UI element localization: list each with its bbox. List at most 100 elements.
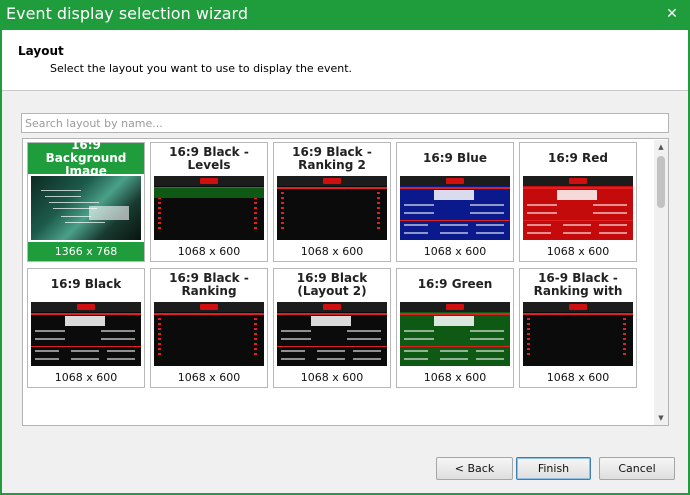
thumbnail-list-dot — [527, 348, 530, 350]
thumbnail-list-dot — [377, 197, 380, 199]
layout-tile[interactable]: 16:9 Black 1068 x 600 — [27, 268, 145, 388]
thumbnail-list-dot — [281, 202, 284, 204]
thumbnail-list-dot — [527, 338, 530, 340]
thumbnail-list-dot — [158, 217, 161, 219]
thumbnail-list-dot — [281, 207, 284, 209]
thumbnail-red-rule — [31, 346, 141, 347]
layout-thumbnail — [400, 302, 510, 366]
thumbnail-text-line — [470, 212, 504, 214]
thumbnail-logo — [446, 304, 464, 310]
thumbnail-list-dot — [158, 338, 161, 340]
thumbnail-list-dot — [527, 333, 530, 335]
page-title: Layout — [18, 44, 64, 58]
thumbnail-text-line — [65, 222, 105, 223]
thumbnail-text-line — [404, 338, 434, 340]
cancel-button[interactable]: Cancel — [599, 457, 675, 480]
thumbnail-list-dot — [623, 353, 626, 355]
thumbnail-text-line — [563, 224, 591, 226]
layout-resolution: 1068 x 600 — [546, 371, 610, 384]
close-icon[interactable]: ✕ — [661, 4, 683, 24]
layout-tile[interactable]: 16-9 Black - Ranking with 1068 x 600 — [519, 268, 637, 388]
thumbnail-text-line — [281, 330, 311, 332]
thumbnail-list-dot — [158, 333, 161, 335]
back-button[interactable]: < Back — [436, 457, 513, 480]
thumbnail-clock-block — [557, 190, 597, 200]
layout-tile[interactable]: 16:9 Black (Layout 2) 1068 x 600 — [273, 268, 391, 388]
thumbnail-list-dot — [377, 222, 380, 224]
thumbnail-green-band — [154, 188, 264, 198]
thumbnail-text-line — [281, 338, 311, 340]
thumbnail-list-dot — [623, 323, 626, 325]
thumbnail-list-dot — [377, 202, 380, 204]
thumbnail-list-dot — [254, 202, 257, 204]
thumbnail-text-line — [593, 212, 627, 214]
thumbnail-list-dot — [527, 353, 530, 355]
thumbnail-text-line — [281, 358, 305, 360]
thumbnail-list-dot — [527, 343, 530, 345]
thumbnail-red-rule — [400, 220, 510, 221]
layout-name: 16:9 Black - Ranking — [169, 270, 249, 298]
scroll-thumb[interactable] — [657, 156, 665, 208]
layout-name: 16:9 Blue — [423, 151, 487, 165]
thumbnail-list-dot — [377, 217, 380, 219]
thumbnail-red-rule — [400, 313, 510, 315]
layout-tile[interactable]: 16:9 Black - Levels 1068 x 600 — [150, 142, 268, 262]
thumbnail-text-line — [527, 232, 551, 234]
thumbnail-text-line — [317, 358, 345, 360]
thumbnail-list-dot — [281, 192, 284, 194]
thumbnail-logo — [323, 304, 341, 310]
thumbnail-highlight — [89, 206, 129, 220]
layout-tile[interactable]: 16:9 Green 1068 x 600 — [396, 268, 514, 388]
layout-tile[interactable]: 16:9 Black - Ranking 1068 x 600 — [150, 268, 268, 388]
thumbnail-list-dot — [158, 318, 161, 320]
window-title: Event display selection wizard — [6, 4, 249, 23]
finish-button[interactable]: Finish — [516, 457, 591, 480]
thumbnail-list-dot — [254, 318, 257, 320]
thumbnail-logo — [323, 178, 341, 184]
scroll-up-icon[interactable]: ▲ — [654, 142, 668, 152]
thumbnail-list-dot — [158, 227, 161, 229]
thumbnail-red-rule — [277, 346, 387, 347]
thumbnail-text-line — [527, 224, 551, 226]
layout-resolution: 1366 x 768 — [28, 242, 144, 261]
thumbnail-list-dot — [623, 338, 626, 340]
layout-thumbnail — [154, 176, 264, 240]
layout-tile[interactable]: 16:9 Red 1068 x 600 — [519, 142, 637, 262]
layout-resolution: 1068 x 600 — [300, 245, 364, 258]
thumbnail-text-line — [71, 358, 99, 360]
vertical-scrollbar[interactable]: ▲ ▼ — [654, 140, 668, 425]
layout-resolution: 1068 x 600 — [423, 245, 487, 258]
thumbnail-clock-block — [65, 316, 105, 326]
thumbnail-red-rule — [277, 187, 387, 189]
thumbnail-text-line — [107, 350, 135, 352]
layout-tile[interactable]: 16:9 Background Image 1366 x 768 — [27, 139, 145, 262]
layout-tile[interactable]: 16:9 Black - Ranking 2 1068 x 600 — [273, 142, 391, 262]
thumbnail-list-dot — [254, 217, 257, 219]
search-input[interactable] — [21, 113, 669, 133]
thumbnail-text-line — [347, 330, 381, 332]
scroll-down-icon[interactable]: ▼ — [654, 413, 668, 423]
thumbnail-logo — [569, 304, 587, 310]
layout-thumbnail — [277, 176, 387, 240]
layout-thumbnail — [523, 176, 633, 240]
thumbnail-text-line — [107, 358, 135, 360]
thumbnail-list-dot — [158, 323, 161, 325]
layout-tile[interactable]: 16:9 Blue 1068 x 600 — [396, 142, 514, 262]
layout-name: 16:9 Black (Layout 2) — [296, 270, 368, 298]
thumbnail-text-line — [71, 350, 99, 352]
thumbnail-list-dot — [158, 212, 161, 214]
layout-thumbnail — [31, 302, 141, 366]
wizard-header: Layout Select the layout you want to use… — [2, 30, 688, 91]
thumbnail-list-dot — [623, 343, 626, 345]
layout-name: 16:9 Background Image — [28, 139, 144, 178]
layout-resolution: 1068 x 600 — [177, 371, 241, 384]
thumbnail-list-dot — [281, 197, 284, 199]
layout-resolution: 1068 x 600 — [546, 245, 610, 258]
thumbnail-list-dot — [158, 222, 161, 224]
thumbnail-list-dot — [623, 318, 626, 320]
thumbnail-list-dot — [377, 192, 380, 194]
thumbnail-text-line — [101, 330, 135, 332]
thumbnail-list-dot — [623, 328, 626, 330]
thumbnail-text-line — [317, 350, 345, 352]
thumbnail-text-line — [527, 204, 557, 206]
